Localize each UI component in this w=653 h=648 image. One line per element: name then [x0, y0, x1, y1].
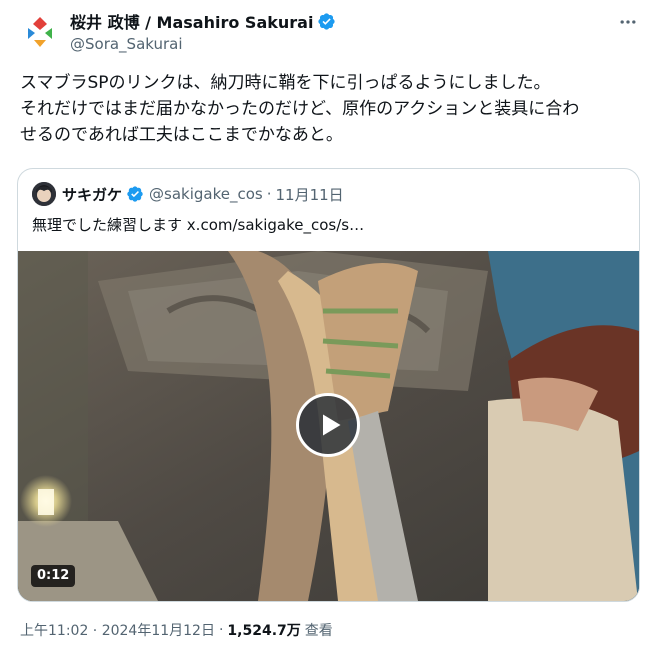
quoted-tweet-text: 無理でした練習します x.com/sakigake_cos/s…	[32, 214, 364, 235]
author-avatar[interactable]	[20, 12, 60, 52]
quoted-tweet-date[interactable]: 11月11日	[276, 184, 344, 205]
tweet-text-line: せるのであれば工夫はここまでかなあと。	[20, 125, 343, 145]
video-player[interactable]: 0:12	[18, 251, 639, 601]
quoted-tweet-card[interactable]: サキガケ @sakigake_cos · 11月11日 無理でした練習します x…	[17, 168, 640, 602]
quoted-tweet-link[interactable]: x.com/sakigake_cos/s…	[187, 216, 364, 234]
author-display-name[interactable]: 桜井 政博 / Masahiro Sakurai	[70, 9, 313, 33]
play-icon[interactable]	[296, 393, 360, 457]
tweet-text-line: スマブラSPのリンクは、納刀時に鞘を下に引っぱるようにしました。	[20, 73, 551, 93]
view-count-label: 查看	[304, 623, 333, 639]
author-avatar-logo	[28, 17, 52, 47]
quoted-author-handle[interactable]: @sakigake_cos	[149, 185, 263, 203]
tweet-timestamp[interactable]: 上午11:02 · 2024年11月12日	[20, 620, 215, 640]
quoted-author-display-name[interactable]: サキガケ	[62, 184, 122, 205]
tweet-text: スマブラSPのリンクは、納刀時に鞘を下に引っぱるようにしました。 それだけではま…	[20, 70, 635, 148]
quoted-author-avatar[interactable]	[32, 182, 56, 206]
video-duration-badge: 0:12	[31, 565, 76, 587]
quoted-tweet-body: 無理でした練習します	[32, 216, 183, 234]
more-horizontal-icon[interactable]	[616, 10, 640, 34]
verified-badge-icon	[126, 185, 144, 203]
quoted-header-separator: ·	[266, 185, 272, 203]
author-handle[interactable]: @Sora_Sakurai	[70, 35, 336, 53]
quoted-tweet-header: サキガケ @sakigake_cos · 11月11日	[32, 181, 344, 207]
tweet-meta: 上午11:02 · 2024年11月12日 · 1,524.7万 查看	[20, 620, 333, 640]
tweet-header: 桜井 政博 / Masahiro Sakurai @Sora_Sakurai	[20, 10, 640, 58]
tweet-text-line: それだけではまだ届かなかったのだけど、原作のアクションと装具に合わ	[20, 99, 580, 119]
meta-separator: ·	[218, 622, 224, 638]
verified-badge-icon	[317, 12, 336, 31]
view-count: 1,524.7万	[227, 623, 301, 639]
